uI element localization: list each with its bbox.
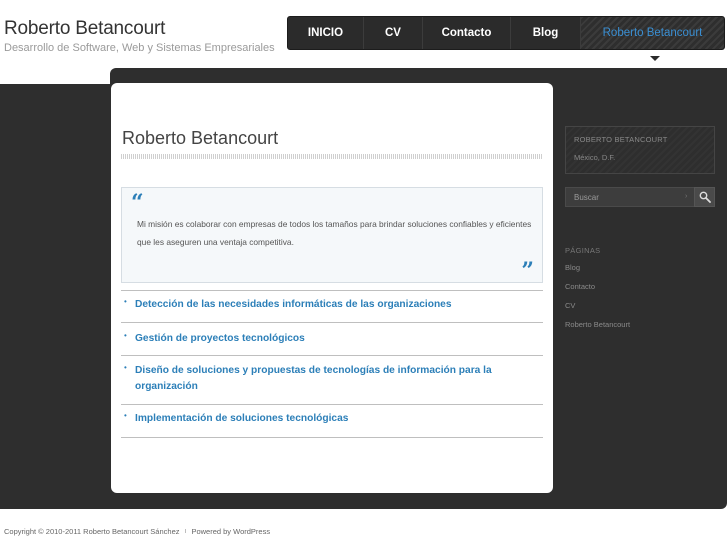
- mission-quote: “ Mi misión es colaborar con empresas de…: [121, 187, 543, 284]
- author-box: ROBERTO BETANCOURT México, D.F.: [565, 126, 715, 174]
- search-button[interactable]: [694, 187, 715, 207]
- page-link-roberto-betancourt[interactable]: Roberto Betancourt: [565, 320, 630, 339]
- bullet-icon: •: [124, 297, 127, 306]
- list-item: • Implementación de soluciones tecnológi…: [121, 405, 543, 438]
- service-link[interactable]: Implementación de soluciones tecnológica…: [121, 411, 543, 427]
- nav-item-inicio[interactable]: INICIO: [288, 17, 364, 49]
- list-item: • Detección de las necesidades informáti…: [121, 290, 543, 323]
- main-nav: INICIO CV Contacto Blog Roberto Betancou…: [287, 16, 725, 50]
- page-link-cv[interactable]: CV: [565, 301, 630, 320]
- quote-text: Mi misión es colaborar con empresas de t…: [137, 219, 532, 247]
- bullet-icon: •: [124, 411, 127, 420]
- search-input[interactable]: [565, 187, 695, 207]
- close-quote-icon: ”: [521, 258, 534, 284]
- bullet-icon: •: [124, 363, 127, 372]
- site-description: Desarrollo de Software, Web y Sistemas E…: [4, 42, 275, 54]
- footer: Copyright © 2010-2011 Roberto Betancourt…: [4, 527, 270, 536]
- service-link[interactable]: Diseño de soluciones y propuestas de tec…: [121, 363, 543, 395]
- footer-separator: ı: [184, 528, 187, 535]
- title-divider: [121, 154, 543, 159]
- page-title: Roberto Betancourt: [122, 128, 279, 148]
- left-dark-panel: [0, 84, 120, 509]
- bullet-icon: •: [124, 331, 127, 340]
- search-icon: [699, 191, 711, 203]
- nav-item-roberto-betancourt[interactable]: Roberto Betancourt: [581, 17, 724, 49]
- pages-list: Blog Contacto CV Roberto Betancourt: [565, 263, 630, 339]
- author-name: ROBERTO BETANCOURT: [574, 135, 668, 144]
- nav-item-blog[interactable]: Blog: [511, 17, 581, 49]
- content-panel: Roberto Betancourt “ Mi misión es colabo…: [111, 83, 553, 493]
- list-item: • Gestión de proyectos tecnológicos: [121, 323, 543, 356]
- author-location: México, D.F.: [574, 153, 616, 162]
- service-link[interactable]: Detección de las necesidades informática…: [121, 297, 543, 313]
- service-link[interactable]: Gestión de proyectos tecnológicos: [121, 331, 543, 347]
- active-nav-indicator: [650, 56, 660, 61]
- footer-powered-link[interactable]: Powered by WordPress: [191, 527, 270, 536]
- nav-item-cv[interactable]: CV: [364, 17, 423, 49]
- page-link-contacto[interactable]: Contacto: [565, 282, 630, 301]
- page-link-blog[interactable]: Blog: [565, 263, 630, 282]
- nav-item-contacto[interactable]: Contacto: [423, 17, 511, 49]
- services-list: • Detección de las necesidades informáti…: [121, 290, 543, 438]
- search-separator: ›: [685, 193, 688, 200]
- open-quote-icon: “: [131, 190, 144, 216]
- site-title[interactable]: Roberto Betancourt: [4, 18, 165, 40]
- pages-heading: PÁGINAS: [565, 246, 601, 255]
- footer-copyright: Copyright © 2010-2011 Roberto Betancourt…: [4, 527, 180, 536]
- list-item: • Diseño de soluciones y propuestas de t…: [121, 356, 543, 405]
